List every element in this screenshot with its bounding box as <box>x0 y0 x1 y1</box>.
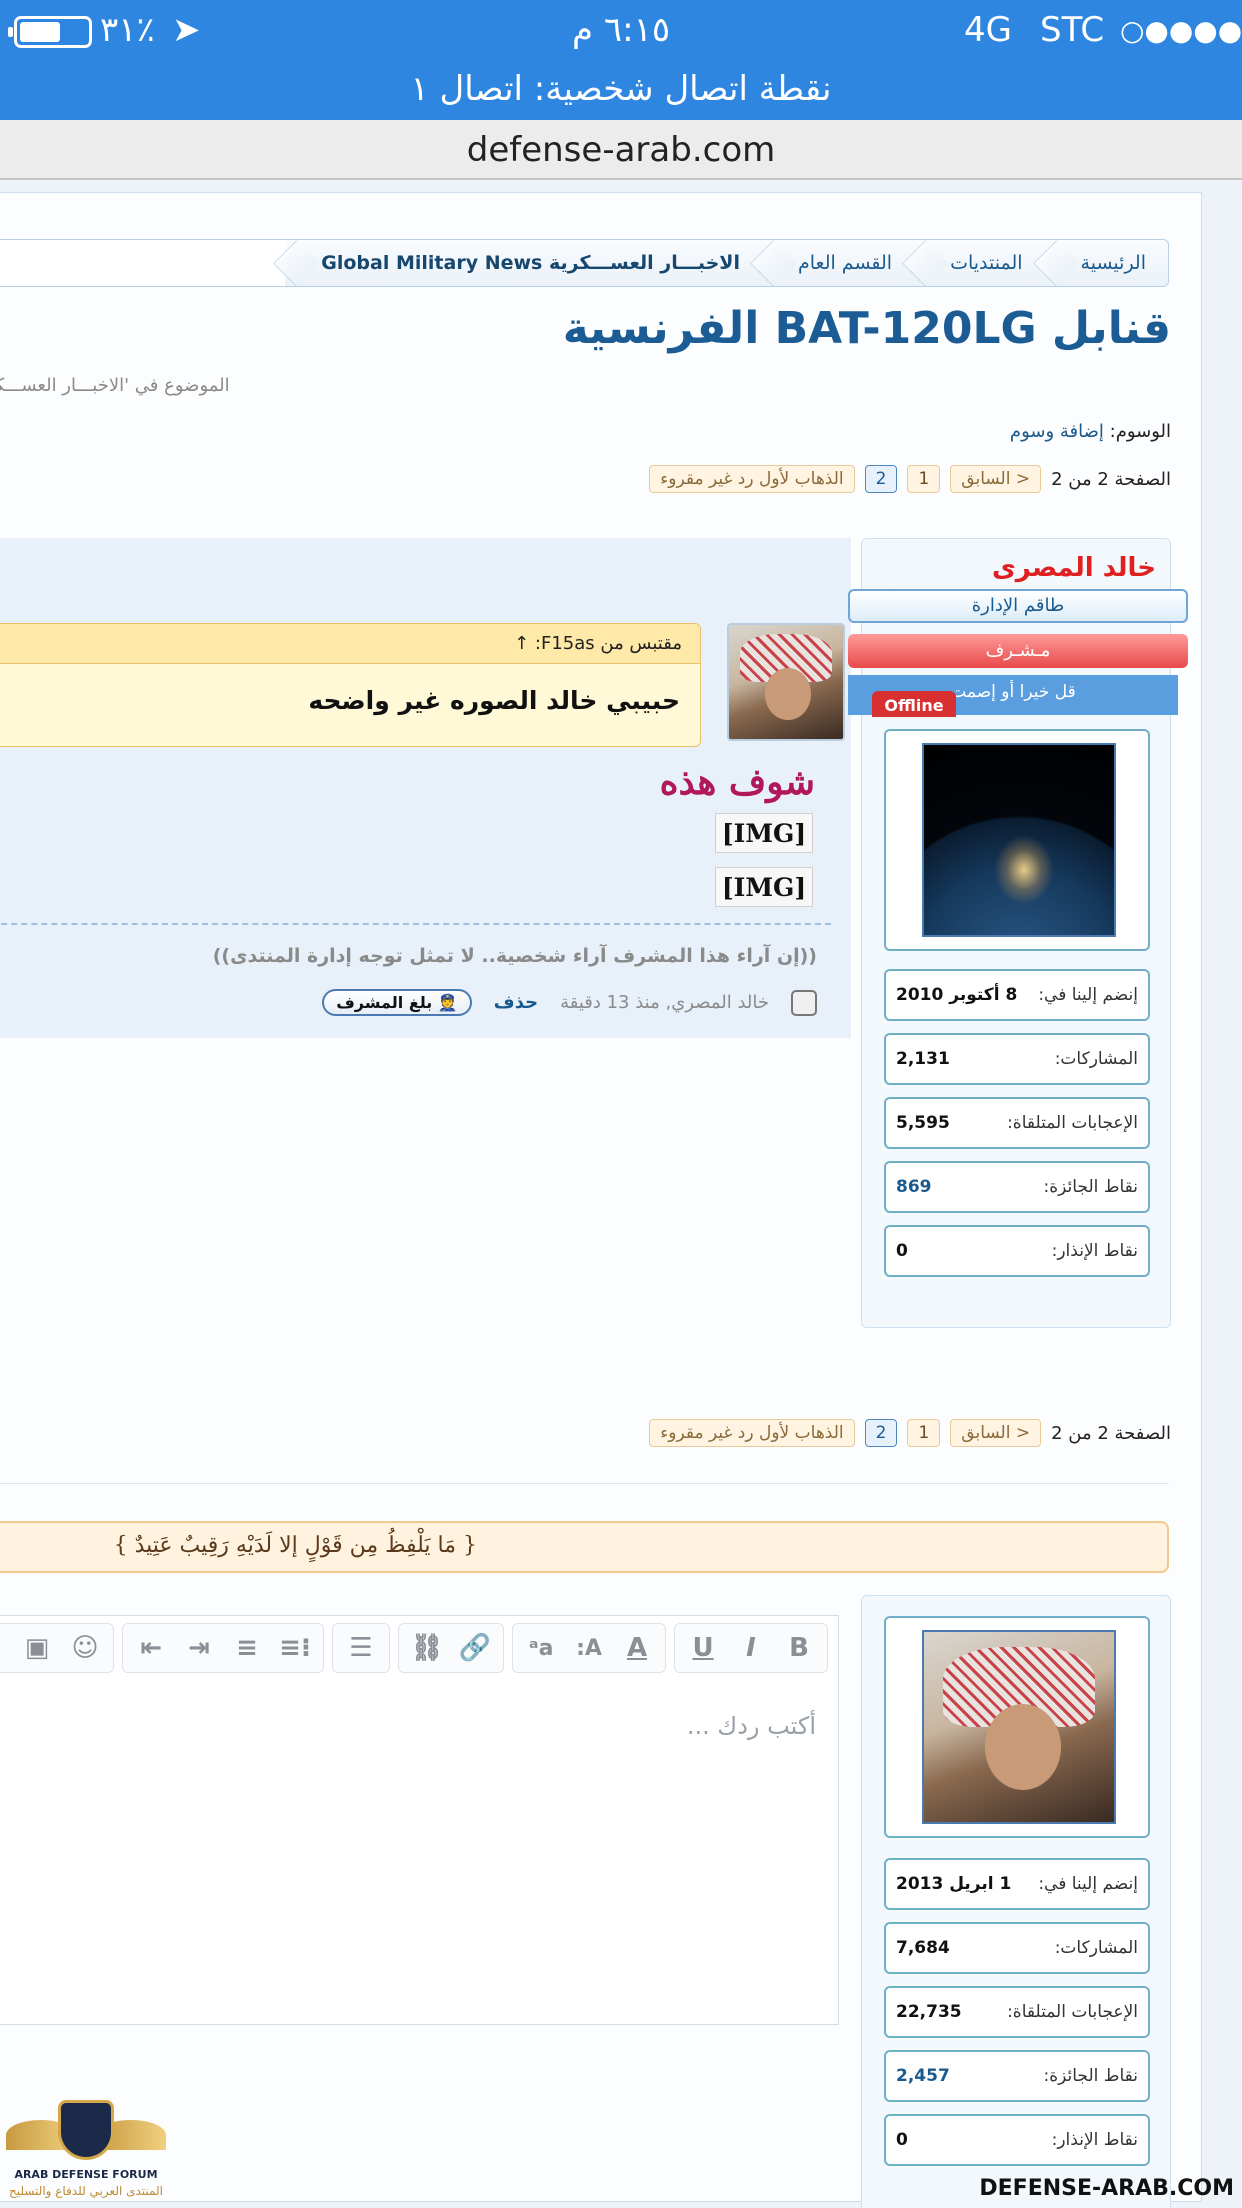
battery-icon <box>8 16 92 48</box>
page-2-button[interactable]: 2 <box>864 465 898 493</box>
stat-posts: المشاركات: 7,684 <box>884 1922 1150 1974</box>
my-avatar[interactable] <box>884 1616 1150 1838</box>
user-panel: خالد المصرى طاقم الإدارة مـشـرف قل خيرا … <box>848 538 1188 1328</box>
page-1-button[interactable]: 1 <box>907 1419 941 1447</box>
report-button[interactable]: 👮 بلغ المشرف <box>322 989 472 1016</box>
battery-percent: ٣١٪ <box>100 10 155 50</box>
font-family-icon[interactable]: ᵃa <box>519 1628 563 1668</box>
post-meta: خالد المصري, منذ 13 دقيقة حذف 👮 بلغ المش… <box>322 989 817 1016</box>
police-icon: 👮 <box>437 993 458 1012</box>
quote-header[interactable]: مقتبس من F15as: ↑ <box>0 624 700 664</box>
reply-editor[interactable]: B I U A A: ᵃa 🔗 ⛓ ☰ ⁝≡ ≡ ⇥ ⇤ ☺ ▣ أكتب رد… <box>0 1615 839 2025</box>
signal-icon: ○●●●● <box>1120 14 1242 47</box>
page-of-label: الصفحة 2 من 2 <box>1051 1422 1171 1444</box>
breadcrumb-home[interactable]: الرئيسية <box>1044 240 1168 286</box>
font-size-icon[interactable]: A: <box>567 1628 611 1668</box>
breadcrumb-military-news[interactable]: الاخبـــار العســـكرية Global Military N… <box>285 240 762 286</box>
select-post-checkbox[interactable] <box>791 989 817 1016</box>
add-tags-link[interactable]: إضافة وسوم <box>1010 421 1104 442</box>
breadcrumb: الرئيسية المنتديات القسم العام الاخبـــا… <box>0 239 1169 287</box>
url-bar[interactable]: defense-arab.com <box>0 120 1242 180</box>
indent-icon[interactable]: ⇥ <box>177 1628 221 1668</box>
signature-divider <box>0 923 831 925</box>
divider <box>0 1483 1169 1484</box>
editor-toolbar: B I U A A: ᵃa 🔗 ⛓ ☰ ⁝≡ ≡ ⇥ ⇤ ☺ ▣ <box>0 1616 838 1680</box>
align-icon[interactable]: ☰ <box>339 1628 383 1668</box>
page: الرئيسية المنتديات القسم العام الاخبـــا… <box>0 182 1242 2208</box>
stat-likes: الإعجابات المتلقاة: 22,735 <box>884 1986 1150 2038</box>
page-of-label: الصفحة 2 من 2 <box>1051 468 1171 490</box>
watermark: DEFENSE-ARAB.COM <box>979 2176 1234 2201</box>
breadcrumb-general[interactable]: القسم العام <box>761 240 915 286</box>
unlink-icon[interactable]: ⛓ <box>405 1628 449 1668</box>
shield-icon <box>58 2100 114 2160</box>
my-user-panel: إنضم إلينا في: 1 ابريل 2013 المشاركات: 7,6… <box>861 1595 1171 2208</box>
stat-warning-points: نقاط الإنذار: 0 <box>884 1225 1150 1277</box>
carrier-name: STC <box>1040 10 1105 50</box>
stat-trophy-points[interactable]: نقاط الجائزة: 869 <box>884 1161 1150 1213</box>
logo-text-ar: المنتدى العربي للدفاع والتسليح <box>9 2184 163 2198</box>
underline-icon[interactable]: U <box>681 1628 725 1668</box>
first-unread-button[interactable]: الذهاب لأول رد غير مقروء <box>649 1419 855 1447</box>
clock: ٦:١٥ م <box>572 10 671 50</box>
image-icon[interactable]: ▣ <box>15 1628 59 1668</box>
delete-link[interactable]: حذف <box>494 992 538 1013</box>
italic-icon[interactable]: I <box>729 1628 773 1668</box>
list-bullets-icon[interactable]: ⁝≡ <box>273 1628 317 1668</box>
smiley-icon[interactable]: ☺ <box>63 1628 107 1668</box>
list-numbers-icon[interactable]: ≡ <box>225 1628 269 1668</box>
status-bar: ٣١٪ ➤ ٦:١٥ م 4G STC ○●●●● <box>0 0 1242 62</box>
stat-warning-points: نقاط الإنذار: 0 <box>884 2114 1150 2166</box>
network-type: 4G <box>964 10 1012 50</box>
quoted-user-avatar[interactable] <box>727 623 845 741</box>
avatar[interactable] <box>884 729 1150 951</box>
location-arrow-icon: ➤ <box>172 10 201 50</box>
pagination-top: الصفحة 2 من 2 < السابق 1 2 الذهاب لأول ر… <box>649 465 1171 493</box>
post-message: شوف هذه <box>659 761 815 803</box>
thread-subtitle: الموضوع في 'الاخبـــار العســـكرية <box>0 375 230 396</box>
quote-box: مقتبس من F15as: ↑ حبيبي خالد الصوره غير … <box>0 623 701 747</box>
page-title: قنابل BAT-120LG الفرنسية <box>562 303 1171 354</box>
stat-joined: إنضم إلينا في: 8 أكتوبر 2010 <box>884 969 1150 1021</box>
img-tag: [IMG] <box>715 813 813 853</box>
font-color-icon[interactable]: A <box>615 1628 659 1668</box>
prev-page-button[interactable]: < السابق <box>950 1419 1042 1447</box>
moderator-badge: مـشـرف <box>848 634 1188 668</box>
pagination-bottom: الصفحة 2 من 2 < السابق 1 2 الذهاب لأول ر… <box>649 1419 1171 1447</box>
first-unread-button[interactable]: الذهاب لأول رد غير مقروء <box>649 465 855 493</box>
media-icon[interactable]: ▦ <box>0 1628 11 1668</box>
page-2-button[interactable]: 2 <box>864 1419 898 1447</box>
tags-label: الوسوم: <box>1109 421 1171 442</box>
prev-page-button[interactable]: < السابق <box>950 465 1042 493</box>
user-role-badge: طاقم الإدارة <box>848 589 1188 623</box>
page-1-button[interactable]: 1 <box>907 465 941 493</box>
outdent-icon[interactable]: ⇤ <box>129 1628 173 1668</box>
verse-banner: { مَا يَلْفِظُ مِن قَوْلٍ إلا لَدَيْهِ ر… <box>0 1521 1169 1573</box>
username[interactable]: خالد المصرى <box>992 553 1156 583</box>
breadcrumb-forums[interactable]: المنتديات <box>914 240 1045 286</box>
stat-joined: إنضم إلينا في: 1 ابريل 2013 <box>884 1858 1150 1910</box>
earth-avatar-image <box>924 745 1114 935</box>
tags-row: الوسوم: إضافة وسوم <box>1010 421 1171 442</box>
img-tag: [IMG] <box>715 867 813 907</box>
hotspot-banner[interactable]: نقطة اتصال شخصية: اتصال ١ <box>0 62 1242 120</box>
site-logo: ARAB DEFENSE FORUM المنتدى العربي للدفاع… <box>6 2090 166 2200</box>
stat-likes: الإعجابات المتلقاة: 5,595 <box>884 1097 1150 1149</box>
post-author-time[interactable]: خالد المصري, منذ 13 دقيقة <box>560 992 769 1013</box>
bold-icon[interactable]: B <box>777 1628 821 1668</box>
stat-trophy-points[interactable]: نقاط الجائزة: 2,457 <box>884 2050 1150 2102</box>
offline-badge: Offline <box>872 691 956 717</box>
quote-text: حبيبي خالد الصوره غير واضحه <box>308 686 680 715</box>
logo-text-en: ARAB DEFENSE FORUM <box>14 2168 158 2181</box>
stat-posts: المشاركات: 2,131 <box>884 1033 1150 1085</box>
content-wrapper: الرئيسية المنتديات القسم العام الاخبـــا… <box>0 192 1202 2208</box>
reply-input-placeholder[interactable]: أكتب ردك ... <box>687 1712 816 1740</box>
signature: ((إن آراء هذا المشرف آراء شخصية.. لا تمث… <box>212 945 817 967</box>
link-icon[interactable]: 🔗 <box>453 1628 497 1668</box>
